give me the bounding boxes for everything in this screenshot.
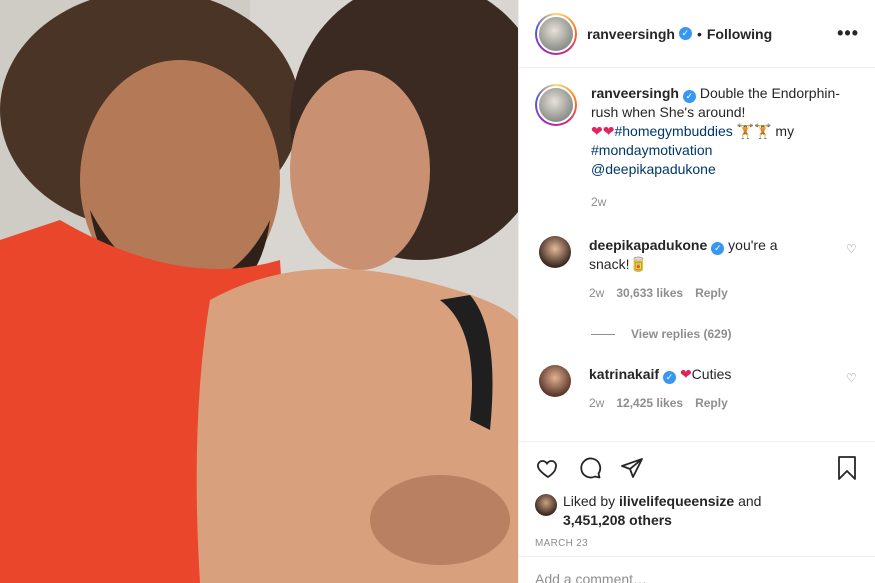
author-line: ranveersingh ✓ • Following	[587, 26, 772, 42]
verified-icon: ✓	[663, 371, 677, 384]
liked-by-prefix: Liked by	[563, 493, 616, 509]
caption-text: ranveersingh ✓ Double the Endorphin-rush …	[591, 84, 841, 212]
comment-like-icon[interactable]: ♡	[846, 242, 859, 256]
post-sidebar: ranveersingh ✓ • Following ••• ranveersi…	[518, 0, 875, 583]
comment-text: Cuties	[691, 366, 732, 382]
author-avatar[interactable]	[535, 12, 577, 55]
comment-username[interactable]: katrinakaif	[589, 366, 659, 382]
comment-item: katrinakaif ✓ ❤Cuties 2w 12,425 likes Rep…	[535, 365, 859, 413]
comment-username[interactable]: deepikapadukone	[589, 237, 707, 253]
post-date[interactable]: MARCH 23	[535, 538, 859, 549]
heart-icon[interactable]	[535, 456, 561, 480]
post-photo[interactable]	[0, 0, 518, 583]
share-icon[interactable]	[619, 456, 645, 480]
comment-body: deepikapadukone ✓ you're a snack!🥫 2w 30,…	[589, 236, 799, 303]
comment-body: katrinakaif ✓ ❤Cuties 2w 12,425 likes Rep…	[589, 365, 799, 413]
more-options-icon[interactable]: •••	[837, 23, 859, 44]
commenter-avatar[interactable]	[539, 365, 571, 397]
liked-by-user[interactable]: ilivelifequeensize	[619, 493, 734, 509]
hashtag-homegymbuddies[interactable]: #homegymbuddies	[614, 123, 732, 139]
comments-list[interactable]: ranveersingh ✓ Double the Endorphin-rush …	[519, 68, 875, 441]
photo-illustration	[0, 0, 518, 583]
separator: •	[696, 25, 702, 42]
comment-meta: 2w 30,633 likes Reply	[589, 284, 799, 303]
heart-emoji: ❤	[679, 366, 692, 382]
mention-deepikapadukone[interactable]: @deepikapadukone	[591, 161, 716, 177]
view-replies-button[interactable]: View replies (629)	[591, 327, 859, 341]
bookmark-icon[interactable]	[835, 455, 859, 481]
liked-by: Liked by ilivelifequeensize and 3,451,20…	[535, 492, 859, 530]
snack-emoji: 🥫	[629, 256, 647, 272]
caption-username[interactable]: ranveersingh	[591, 85, 679, 101]
heart-emoji: ❤❤	[591, 123, 615, 139]
add-comment-input[interactable]: Add a comment…	[519, 556, 875, 583]
caption: ranveersingh ✓ Double the Endorphin-rush …	[535, 84, 859, 212]
verified-icon: ✓	[711, 242, 725, 255]
caption-time[interactable]: 2w	[591, 193, 841, 212]
comment-time[interactable]: 2w	[589, 394, 604, 413]
following-button[interactable]: Following	[707, 26, 772, 42]
reply-button[interactable]: Reply	[695, 284, 728, 303]
liked-by-others[interactable]: 3,451,208 others	[563, 512, 672, 528]
comment-likes[interactable]: 30,633 likes	[616, 284, 683, 303]
verified-icon: ✓	[678, 27, 692, 40]
comment-item: deepikapadukone ✓ you're a snack!🥫 2w 30,…	[535, 236, 859, 303]
comment-time[interactable]: 2w	[589, 284, 604, 303]
author-username[interactable]: ranveersingh	[587, 26, 675, 42]
caption-line1: Double the	[699, 85, 768, 101]
post-header: ranveersingh ✓ • Following •••	[519, 0, 875, 68]
reply-button[interactable]: Reply	[695, 394, 728, 413]
caption-avatar[interactable]	[535, 84, 577, 126]
caption-word: my	[775, 123, 795, 139]
hashtag-mondaymotivation[interactable]: #mondaymotivation	[591, 142, 712, 158]
comment-icon[interactable]	[577, 456, 603, 480]
replies-line	[591, 333, 615, 335]
comment-like-icon[interactable]: ♡	[846, 371, 859, 385]
liked-by-and: and	[738, 493, 762, 509]
commenter-avatar[interactable]	[539, 236, 571, 268]
view-replies-label: View replies (629)	[631, 327, 732, 341]
liker-avatar[interactable]	[535, 494, 557, 516]
dumbbell-emoji: 🏋🏋	[736, 123, 772, 139]
comment-likes[interactable]: 12,425 likes	[616, 394, 683, 413]
comment-meta: 2w 12,425 likes Reply	[589, 394, 799, 413]
post-actions: Liked by ilivelifequeensize and 3,451,20…	[519, 441, 875, 549]
comment-text: you're a	[728, 237, 778, 253]
verified-icon: ✓	[682, 90, 696, 103]
scroll-fade	[519, 427, 875, 441]
liked-by-text: Liked by ilivelifequeensize and 3,451,20…	[563, 492, 761, 530]
comment-text-2: snack!	[589, 256, 630, 272]
action-icons	[535, 454, 859, 482]
